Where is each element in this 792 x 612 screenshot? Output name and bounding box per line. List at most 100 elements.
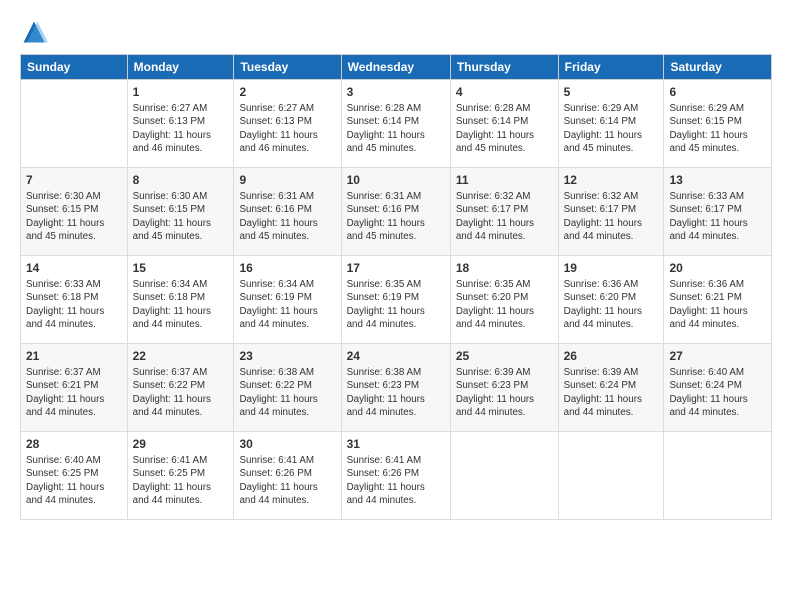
table-cell: 28 Sunrise: 6:40 AM Sunset: 6:25 PM Dayli… (21, 432, 128, 520)
day-info: Sunrise: 6:33 AM Sunset: 6:18 PM Dayligh… (26, 278, 122, 331)
day-info: Sunrise: 6:29 AM Sunset: 6:15 PM Dayligh… (669, 102, 766, 155)
day-info: Sunrise: 6:31 AM Sunset: 6:16 PM Dayligh… (347, 190, 445, 243)
table-cell (450, 432, 558, 520)
table-cell: 31 Sunrise: 6:41 AM Sunset: 6:26 PM Dayli… (341, 432, 450, 520)
table-cell: 22Sunrise: 6:37 AM Sunset: 6:22 PM Dayli… (127, 344, 234, 432)
day-number: 4 (456, 84, 553, 100)
table-cell: 1Sunrise: 6:27 AM Sunset: 6:13 PM Daylig… (127, 80, 234, 168)
table-cell (664, 432, 772, 520)
day-number: 23 (239, 348, 335, 364)
day-info: Sunrise: 6:29 AM Sunset: 6:14 PM Dayligh… (564, 102, 659, 155)
day-number: 15 (133, 260, 229, 276)
table-cell: 16 Sunrise: 6:34 AM Sunset: 6:19 PM Dayli… (234, 256, 341, 344)
logo (20, 18, 52, 46)
day-number: 13 (669, 172, 766, 188)
day-info: Sunrise: 6:39 AM Sunset: 6:23 PM Dayligh… (456, 366, 553, 419)
day-number: 2 (239, 84, 335, 100)
calendar-header-row: Sunday Monday Tuesday Wednesday Thursday… (21, 55, 772, 80)
table-cell: 20Sunrise: 6:36 AM Sunset: 6:21 PM Dayli… (664, 256, 772, 344)
day-number: 18 (456, 260, 553, 276)
day-number: 9 (239, 172, 335, 188)
day-number: 19 (564, 260, 659, 276)
table-cell: 18 Sunrise: 6:35 AM Sunset: 6:20 PM Dayli… (450, 256, 558, 344)
day-info: Sunrise: 6:41 AM Sunset: 6:26 PM Dayligh… (347, 454, 445, 507)
table-cell: 25 Sunrise: 6:39 AM Sunset: 6:23 PM Dayli… (450, 344, 558, 432)
day-number: 8 (133, 172, 229, 188)
day-info: Sunrise: 6:37 AM Sunset: 6:21 PM Dayligh… (26, 366, 122, 419)
day-info: Sunrise: 6:36 AM Sunset: 6:20 PM Dayligh… (564, 278, 659, 331)
day-number: 6 (669, 84, 766, 100)
table-cell: 27 Sunrise: 6:40 AM Sunset: 6:24 PM Dayli… (664, 344, 772, 432)
day-info: Sunrise: 6:32 AM Sunset: 6:17 PM Dayligh… (456, 190, 553, 243)
day-number: 11 (456, 172, 553, 188)
day-info: Sunrise: 6:36 AM Sunset: 6:21 PM Dayligh… (669, 278, 766, 331)
header-thursday: Thursday (450, 55, 558, 80)
table-cell (21, 80, 128, 168)
header-sunday: Sunday (21, 55, 128, 80)
day-number: 26 (564, 348, 659, 364)
table-cell (558, 432, 664, 520)
day-number: 28 (26, 436, 122, 452)
table-cell: 6 Sunrise: 6:29 AM Sunset: 6:15 PM Daylig… (664, 80, 772, 168)
day-info: Sunrise: 6:28 AM Sunset: 6:14 PM Dayligh… (456, 102, 553, 155)
table-cell: 3 Sunrise: 6:28 AM Sunset: 6:14 PM Daylig… (341, 80, 450, 168)
day-number: 29 (133, 436, 229, 452)
day-number: 25 (456, 348, 553, 364)
header-friday: Friday (558, 55, 664, 80)
calendar-week-row: 7 Sunrise: 6:30 AM Sunset: 6:15 PM Daylig… (21, 168, 772, 256)
calendar-week-row: 1Sunrise: 6:27 AM Sunset: 6:13 PM Daylig… (21, 80, 772, 168)
day-info: Sunrise: 6:34 AM Sunset: 6:19 PM Dayligh… (239, 278, 335, 331)
day-info: Sunrise: 6:41 AM Sunset: 6:26 PM Dayligh… (239, 454, 335, 507)
page: Sunday Monday Tuesday Wednesday Thursday… (0, 0, 792, 612)
day-info: Sunrise: 6:38 AM Sunset: 6:23 PM Dayligh… (347, 366, 445, 419)
header (20, 18, 772, 46)
day-number: 31 (347, 436, 445, 452)
header-saturday: Saturday (664, 55, 772, 80)
day-info: Sunrise: 6:38 AM Sunset: 6:22 PM Dayligh… (239, 366, 335, 419)
day-info: Sunrise: 6:28 AM Sunset: 6:14 PM Dayligh… (347, 102, 445, 155)
day-info: Sunrise: 6:30 AM Sunset: 6:15 PM Dayligh… (133, 190, 229, 243)
table-cell: 5Sunrise: 6:29 AM Sunset: 6:14 PM Daylig… (558, 80, 664, 168)
table-cell: 24 Sunrise: 6:38 AM Sunset: 6:23 PM Dayli… (341, 344, 450, 432)
day-info: Sunrise: 6:31 AM Sunset: 6:16 PM Dayligh… (239, 190, 335, 243)
day-number: 16 (239, 260, 335, 276)
day-info: Sunrise: 6:30 AM Sunset: 6:15 PM Dayligh… (26, 190, 122, 243)
logo-icon (20, 18, 48, 46)
day-number: 27 (669, 348, 766, 364)
day-info: Sunrise: 6:40 AM Sunset: 6:24 PM Dayligh… (669, 366, 766, 419)
table-cell: 14 Sunrise: 6:33 AM Sunset: 6:18 PM Dayli… (21, 256, 128, 344)
day-number: 21 (26, 348, 122, 364)
calendar-week-row: 28 Sunrise: 6:40 AM Sunset: 6:25 PM Dayli… (21, 432, 772, 520)
day-number: 7 (26, 172, 122, 188)
table-cell: 30Sunrise: 6:41 AM Sunset: 6:26 PM Dayli… (234, 432, 341, 520)
day-number: 3 (347, 84, 445, 100)
table-cell: 2Sunrise: 6:27 AM Sunset: 6:13 PM Daylig… (234, 80, 341, 168)
calendar-week-row: 21 Sunrise: 6:37 AM Sunset: 6:21 PM Dayli… (21, 344, 772, 432)
table-cell: 13 Sunrise: 6:33 AM Sunset: 6:17 PM Dayli… (664, 168, 772, 256)
table-cell: 11 Sunrise: 6:32 AM Sunset: 6:17 PM Dayli… (450, 168, 558, 256)
day-info: Sunrise: 6:35 AM Sunset: 6:20 PM Dayligh… (456, 278, 553, 331)
day-number: 10 (347, 172, 445, 188)
table-cell: 26 Sunrise: 6:39 AM Sunset: 6:24 PM Dayli… (558, 344, 664, 432)
day-info: Sunrise: 6:34 AM Sunset: 6:18 PM Dayligh… (133, 278, 229, 331)
calendar-table: Sunday Monday Tuesday Wednesday Thursday… (20, 54, 772, 520)
table-cell: 9 Sunrise: 6:31 AM Sunset: 6:16 PM Daylig… (234, 168, 341, 256)
calendar-week-row: 14 Sunrise: 6:33 AM Sunset: 6:18 PM Dayli… (21, 256, 772, 344)
day-number: 14 (26, 260, 122, 276)
day-info: Sunrise: 6:33 AM Sunset: 6:17 PM Dayligh… (669, 190, 766, 243)
day-number: 17 (347, 260, 445, 276)
table-cell: 10 Sunrise: 6:31 AM Sunset: 6:16 PM Dayli… (341, 168, 450, 256)
table-cell: 17Sunrise: 6:35 AM Sunset: 6:19 PM Dayli… (341, 256, 450, 344)
day-number: 1 (133, 84, 229, 100)
table-cell: 8 Sunrise: 6:30 AM Sunset: 6:15 PM Daylig… (127, 168, 234, 256)
table-cell: 12Sunrise: 6:32 AM Sunset: 6:17 PM Dayli… (558, 168, 664, 256)
table-cell: 19 Sunrise: 6:36 AM Sunset: 6:20 PM Dayli… (558, 256, 664, 344)
header-wednesday: Wednesday (341, 55, 450, 80)
day-number: 24 (347, 348, 445, 364)
day-info: Sunrise: 6:37 AM Sunset: 6:22 PM Dayligh… (133, 366, 229, 419)
day-info: Sunrise: 6:40 AM Sunset: 6:25 PM Dayligh… (26, 454, 122, 507)
table-cell: 23 Sunrise: 6:38 AM Sunset: 6:22 PM Dayli… (234, 344, 341, 432)
day-info: Sunrise: 6:39 AM Sunset: 6:24 PM Dayligh… (564, 366, 659, 419)
day-number: 12 (564, 172, 659, 188)
table-cell: 21 Sunrise: 6:37 AM Sunset: 6:21 PM Dayli… (21, 344, 128, 432)
